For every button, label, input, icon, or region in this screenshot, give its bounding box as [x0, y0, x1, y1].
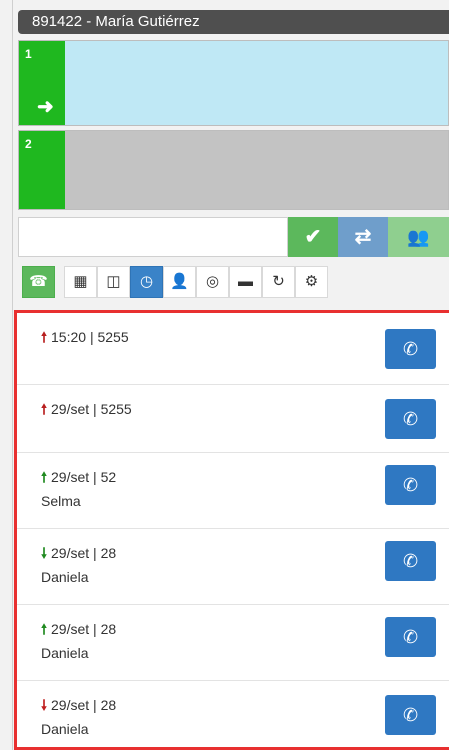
- tab-phone[interactable]: ☎: [22, 266, 55, 298]
- call-history-list: 🠕 15:20 | 5255 ✆ 🠕 29/set | 5255 ✆ 🠕 29/set…: [14, 310, 449, 750]
- transfer-button[interactable]: ⇄: [338, 217, 388, 257]
- outgoing-arrow-icon: 🠕: [41, 329, 48, 345]
- history-item[interactable]: 🠕 29/set | 28 Daniela ✆: [17, 605, 449, 681]
- line-1-tag[interactable]: 1 ➜: [19, 41, 65, 125]
- call-button[interactable]: ✆: [385, 399, 436, 439]
- history-item-contact: Selma: [41, 493, 81, 509]
- agent-title-bar: 891422 - María Gutiérrez: [18, 10, 449, 34]
- dialpad-icon: ▦: [73, 273, 88, 290]
- history-item-text: 29/set | 28: [51, 621, 117, 637]
- history-item-contact: Daniela: [41, 721, 89, 737]
- refresh-icon: ↻: [272, 273, 285, 290]
- call-button[interactable]: ✆: [385, 617, 436, 657]
- line-1-number: 1: [25, 47, 32, 61]
- phone-icon: ✆: [402, 409, 419, 429]
- phone-icon: ✆: [402, 627, 419, 647]
- tab-settings[interactable]: ⚙: [295, 266, 328, 298]
- call-button[interactable]: ✆: [385, 465, 436, 505]
- softphone-window: 891422 - María Gutiérrez 1 ➜ 2 ✔ ⇄ 👥 ☎ ▦: [0, 0, 449, 750]
- line-2[interactable]: 2: [18, 130, 449, 210]
- call-button[interactable]: ✆: [385, 329, 436, 369]
- history-item-text: 29/set | 28: [51, 545, 117, 561]
- call-button[interactable]: ✆: [385, 541, 436, 581]
- history-item-text: 29/set | 28: [51, 697, 117, 713]
- history-item-meta: 🠕 29/set | 52: [41, 467, 116, 491]
- chat-icon: ▬: [238, 273, 253, 290]
- line-2-number: 2: [25, 137, 32, 151]
- arrow-right-icon: ➜: [37, 96, 54, 118]
- history-item[interactable]: 🠗 29/set | 28 Daniela ✆: [17, 529, 449, 605]
- phone-icon: ✆: [402, 475, 419, 495]
- phone-icon: ✆: [402, 551, 419, 571]
- gear-icon: ⚙: [304, 273, 319, 290]
- history-item-meta: 🠕 29/set | 5255: [41, 399, 132, 423]
- transfer-icon: ⇄: [354, 226, 372, 248]
- outgoing-arrow-icon: 🠕: [41, 401, 48, 417]
- tab-table[interactable]: ◫: [97, 266, 130, 298]
- tab-contacts[interactable]: 👤: [163, 266, 196, 298]
- phone-icon: ✆: [402, 705, 419, 725]
- history-item-text: 15:20 | 5255: [51, 329, 129, 345]
- conference-button[interactable]: 👥: [388, 217, 449, 257]
- history-item[interactable]: 🠕 15:20 | 5255 ✆: [17, 313, 449, 385]
- line-2-tag[interactable]: 2: [19, 131, 65, 209]
- history-item[interactable]: 🠗 29/set | 28 Daniela ✆: [17, 681, 449, 750]
- phone-icon: ✆: [402, 339, 419, 359]
- history-item-text: 29/set | 52: [51, 469, 117, 485]
- conference-icon: 👥: [407, 227, 430, 247]
- history-item-meta: 🠕 15:20 | 5255: [41, 327, 129, 351]
- history-item[interactable]: 🠕 29/set | 52 Selma ✆: [17, 453, 449, 529]
- history-item-meta: 🠗 29/set | 28: [41, 695, 116, 719]
- history-item[interactable]: 🠕 29/set | 5255 ✆: [17, 385, 449, 453]
- phone-icon: ☎: [29, 273, 48, 290]
- tab-history[interactable]: ◷: [130, 266, 163, 298]
- tab-chat[interactable]: ▬: [229, 266, 262, 298]
- globe-icon: ◎: [205, 273, 220, 290]
- incoming-arrow-icon: 🠗: [41, 697, 48, 713]
- dial-input[interactable]: [18, 217, 288, 257]
- checkmark-icon: ✔: [304, 226, 322, 248]
- left-divider: [12, 0, 13, 750]
- line-1[interactable]: 1 ➜: [18, 40, 449, 126]
- history-item-contact: Daniela: [41, 645, 89, 661]
- clock-icon: ◷: [139, 273, 154, 290]
- agent-title: 891422 - María Gutiérrez: [32, 13, 200, 30]
- history-item-contact: Daniela: [41, 569, 89, 585]
- outgoing-arrow-icon: 🠕: [41, 621, 48, 637]
- history-item-text: 29/set | 5255: [51, 401, 132, 417]
- outgoing-arrow-icon: 🠕: [41, 469, 48, 485]
- history-item-meta: 🠕 29/set | 28: [41, 619, 116, 643]
- user-icon: 👤: [170, 273, 189, 290]
- history-item-meta: 🠗 29/set | 28: [41, 543, 116, 567]
- dial-bar: ✔ ⇄ 👥: [18, 217, 449, 257]
- incoming-arrow-icon: 🠗: [41, 545, 48, 561]
- call-button[interactable]: ✆: [385, 695, 436, 735]
- tab-refresh[interactable]: ↻: [262, 266, 295, 298]
- confirm-call-button[interactable]: ✔: [288, 217, 338, 257]
- tab-web[interactable]: ◎: [196, 266, 229, 298]
- tab-dialpad[interactable]: ▦: [64, 266, 97, 298]
- table-icon: ◫: [106, 273, 121, 290]
